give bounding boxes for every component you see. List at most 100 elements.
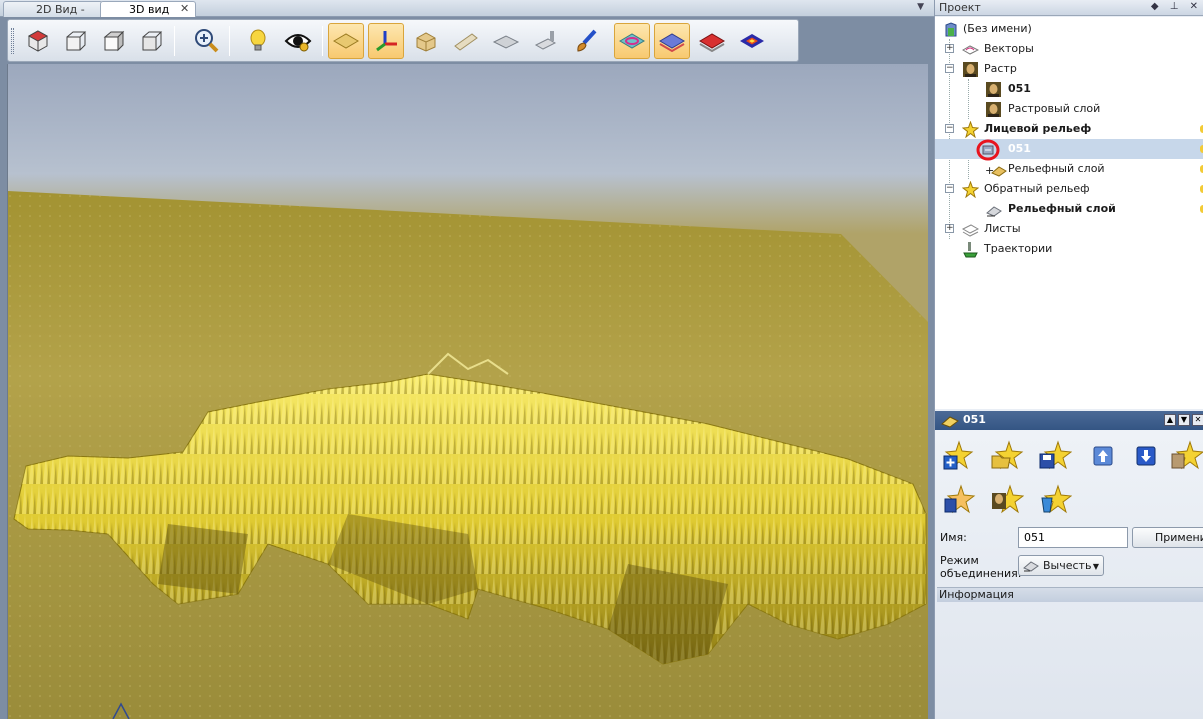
collapse-icon[interactable]: − (945, 184, 954, 193)
move-up-button[interactable] (1085, 438, 1121, 474)
zoom-button[interactable] (189, 23, 225, 59)
apply-button[interactable]: Применить (1132, 527, 1203, 548)
collapse-icon[interactable]: − (945, 124, 954, 133)
side-view-button[interactable] (96, 23, 132, 59)
tree-item-raster-layer[interactable]: Растровый слой (935, 99, 1203, 119)
clear-relief-button[interactable] (1037, 482, 1073, 518)
3d-viewport[interactable] (7, 64, 928, 719)
pin-icon[interactable]: ◆ ⊥ ✕ (1151, 1, 1202, 12)
move-down-button[interactable] (1128, 438, 1164, 474)
tree-item-vectors[interactable]: + Векторы (935, 39, 1203, 59)
red-layer-icon (699, 33, 725, 52)
tree-item-label: (Без имени) (963, 22, 1032, 35)
iso-view-button[interactable] (20, 23, 56, 59)
close-icon[interactable]: ✕ (1192, 414, 1203, 426)
close-tab-icon[interactable]: ✕ (180, 3, 190, 15)
3d-view-toolbar (7, 19, 799, 62)
tree-item-relief-051[interactable]: 051 (935, 139, 1203, 161)
merge-mode-select[interactable]: Вычесть ▼ (1018, 555, 1104, 576)
sheets-icon (962, 224, 979, 237)
relief-layer-icon (941, 416, 959, 428)
tree-item-back-relief-layer[interactable]: Рельефный слой (935, 199, 1203, 219)
plane-button[interactable] (328, 23, 364, 59)
tree-item-relief-layer[interactable]: + Рельефный слой (935, 159, 1203, 179)
project-panel: Проект ◆ ⊥ ✕ (Без имени) + Векторы − Рас… (934, 0, 1203, 719)
light-button[interactable] (240, 23, 276, 59)
plate-button[interactable] (488, 23, 524, 59)
info-section-header[interactable]: Информация (937, 587, 1203, 602)
top-view-button[interactable] (134, 23, 170, 59)
bar-stock-icon (454, 33, 478, 51)
tree-item-toolpaths[interactable]: Траектории (935, 239, 1203, 259)
plane-icon (333, 33, 359, 49)
info-section-title: Информация (939, 588, 1014, 601)
relief-layer-button[interactable] (654, 23, 690, 59)
open-relief-button[interactable] (989, 438, 1025, 474)
relief-from-image-icon (992, 484, 1024, 514)
tab-3d-view[interactable]: 3D вид ✕ (100, 1, 196, 17)
material-button[interactable] (408, 23, 444, 59)
collapse-icon[interactable]: − (945, 64, 954, 73)
wireframe-cube-alt-icon (142, 31, 163, 51)
box-texture-icon (416, 32, 436, 52)
iso-cube-red-icon (27, 30, 49, 52)
tree-item-label: Растровый слой (1008, 102, 1101, 115)
paint-brush-icon (577, 29, 597, 52)
shaded-cube-icon (103, 30, 125, 52)
tree-item-project[interactable]: (Без имени) (935, 19, 1203, 39)
vectors-layer-button[interactable] (614, 23, 650, 59)
tree-item-sheets[interactable]: + Листы (935, 219, 1203, 239)
merge-mode-value: Вычесть (1043, 559, 1092, 572)
new-relief-layer-button[interactable] (941, 438, 977, 474)
paint-button[interactable] (568, 23, 604, 59)
copy-relief-button[interactable] (941, 482, 977, 518)
red-layer-button[interactable] (694, 23, 730, 59)
toolbar-grip[interactable] (11, 28, 14, 54)
toolbar-separator (174, 26, 175, 56)
dropdown-icon[interactable]: ▼ (1178, 414, 1190, 426)
tree-item-raster-051[interactable]: 051 (935, 79, 1203, 99)
save-relief-button[interactable] (1037, 438, 1073, 474)
axes-button[interactable] (368, 23, 404, 59)
toolbar-separator (229, 26, 230, 56)
tree-item-label: Векторы (984, 42, 1034, 55)
document-area: 2D Вид - 051 3D вид ✕ ▼ (0, 0, 934, 719)
relief-from-image-button[interactable] (989, 482, 1025, 518)
eye-icon (284, 34, 312, 52)
relief-layer-small-icon (986, 206, 1002, 217)
tree-item-back-relief[interactable]: − Обратный рельеф (935, 179, 1203, 199)
raster-portrait-icon (986, 82, 1001, 97)
project-icon (945, 22, 957, 37)
document-tab-bar: 2D Вид - 051 3D вид ✕ ▼ (0, 0, 934, 30)
tab-list-dropdown-icon[interactable]: ▼ (917, 2, 924, 12)
relief-star-icon (962, 181, 979, 198)
relief-star-icon (962, 121, 979, 138)
3d-scene (8, 191, 928, 719)
tree-item-label: 051 (1008, 142, 1031, 155)
zoom-in-icon (195, 29, 219, 53)
project-panel-title: Проект (939, 1, 981, 14)
visibility-button[interactable] (280, 23, 316, 59)
heatmap-button[interactable] (734, 23, 770, 59)
subtract-icon (1023, 561, 1039, 572)
tab-2d-view[interactable]: 2D Вид - 051 (3, 1, 103, 30)
tree-item-raster[interactable]: − Растр (935, 59, 1203, 79)
tab-3d-view-label: 3D вид (129, 3, 170, 16)
raster-portrait-icon (963, 62, 978, 77)
expand-icon[interactable]: + (945, 224, 954, 233)
tool-button[interactable] (528, 23, 564, 59)
front-view-button[interactable] (58, 23, 94, 59)
relief-tools-button[interactable] (1169, 438, 1203, 474)
name-input[interactable] (1018, 527, 1128, 548)
tree-item-label: 051 (1008, 82, 1031, 95)
save-relief-icon (1039, 440, 1072, 470)
tree-item-front-relief[interactable]: − Лицевой рельеф (935, 119, 1203, 139)
add-relief-layer-icon (943, 440, 974, 470)
clear-relief-icon (1041, 484, 1072, 514)
bar-stock-button[interactable] (448, 23, 484, 59)
axes-icon (376, 31, 397, 52)
expand-icon[interactable]: + (945, 44, 954, 53)
home-icon[interactable]: ▲ (1164, 414, 1176, 426)
toolbar-separator (322, 26, 323, 56)
relief-layer-small-icon (991, 166, 1007, 177)
